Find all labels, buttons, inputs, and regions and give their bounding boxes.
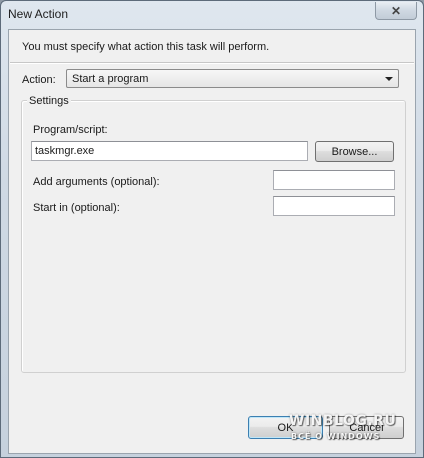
- start-in-field[interactable]: [273, 196, 395, 216]
- cancel-button-label: Cancel: [349, 421, 384, 434]
- program-script-input[interactable]: [32, 142, 307, 160]
- start-in-label: Start in (optional):: [33, 202, 120, 214]
- close-icon: ✕: [390, 3, 402, 18]
- browse-button[interactable]: Browse...: [315, 141, 394, 162]
- action-dropdown[interactable]: Start a program: [66, 69, 399, 88]
- program-script-field[interactable]: [31, 141, 308, 161]
- action-label: Action:: [22, 74, 56, 86]
- browse-button-label: Browse...: [331, 145, 378, 158]
- chevron-down-icon: [385, 77, 393, 81]
- title-bar: New Action ✕: [1, 1, 423, 27]
- window-title: New Action: [8, 7, 69, 21]
- arguments-label: Add arguments (optional):: [33, 176, 160, 188]
- divider: [10, 62, 414, 64]
- close-button[interactable]: ✕: [375, 2, 417, 20]
- ok-button[interactable]: OK: [248, 416, 323, 439]
- dialog-content: You must specify what action this task w…: [8, 29, 416, 454]
- cancel-button[interactable]: Cancel: [329, 416, 404, 439]
- ok-button-label: OK: [277, 421, 294, 434]
- action-dropdown-value: Start a program: [72, 73, 149, 85]
- settings-group-title: Settings: [27, 95, 71, 107]
- start-in-input[interactable]: [274, 197, 394, 215]
- instruction-text: You must specify what action this task w…: [22, 41, 270, 53]
- new-action-dialog: New Action ✕ You must specify what actio…: [0, 0, 424, 458]
- arguments-input[interactable]: [274, 171, 394, 189]
- program-script-label: Program/script:: [33, 124, 108, 136]
- arguments-field[interactable]: [273, 170, 395, 190]
